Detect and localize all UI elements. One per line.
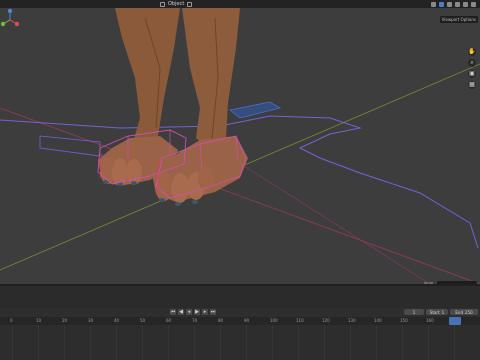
3d-viewport[interactable]: Viewport Options ✋ ⌕ ▣ ▦ [0, 8, 480, 284]
grid-icon[interactable]: ▦ [468, 81, 476, 89]
ruler-tick-label: 120 [322, 318, 330, 323]
chevron-down-icon [187, 1, 193, 7]
header-shading-controls [431, 0, 476, 8]
z-axis-handle [7, 8, 13, 14]
mode-selector[interactable]: Object [160, 0, 193, 8]
ruler-tick-label: 140 [374, 318, 382, 323]
xray-toggle[interactable] [439, 1, 444, 7]
frame-gridline [142, 325, 143, 360]
frame-gridline [90, 325, 91, 360]
frame-gridline [324, 325, 325, 360]
frame-gridline [38, 325, 39, 360]
frame-gridline [272, 325, 273, 360]
frame-gridline [350, 325, 351, 360]
jump-end-icon[interactable]: ⏭ [210, 309, 216, 315]
ruler-tick-label: 90 [244, 318, 250, 323]
frame-gridline [12, 325, 13, 360]
camera-icon[interactable]: ▣ [468, 70, 476, 78]
ruler-tick-label: 0 [10, 318, 13, 323]
ruler-tick-label: 70 [192, 318, 198, 323]
start-frame-field[interactable]: Start 1 [426, 309, 448, 315]
ruler-tick-label: 30 [88, 318, 94, 323]
wireframe-shading-button[interactable] [447, 1, 452, 7]
x-axis-handle [14, 21, 20, 27]
ruler-tick-label: 110 [296, 318, 304, 323]
mode-label: Object [168, 1, 185, 7]
top-header: Object [0, 0, 480, 8]
zoom-icon[interactable]: ⌕ [468, 59, 476, 67]
ruler-tick-label: 130 [348, 318, 356, 323]
play-reverse-icon[interactable]: ◂ [186, 309, 192, 315]
solid-shading-button[interactable] [455, 1, 460, 7]
frame-gridline [376, 325, 377, 360]
ruler-tick-label: 100 [270, 318, 278, 323]
next-keyframe-icon[interactable]: ▸ [202, 309, 208, 315]
material-shading-button[interactable] [463, 1, 468, 7]
rendered-shading-button[interactable] [471, 1, 476, 7]
end-frame-value: 250 [464, 309, 473, 315]
ruler-tick-label: 80 [218, 318, 224, 323]
right-claw-2 [175, 202, 181, 206]
frame-gridline [428, 325, 429, 360]
frame-ruler[interactable]: 0 10 20 30 40 50 60 70 80 90 100 110 120 130 140 150 160… [0, 317, 480, 325]
right-claw-3 [192, 200, 198, 204]
frame-gridline [64, 325, 65, 360]
overlay-toggle[interactable] [431, 1, 436, 7]
left-claw-3 [131, 181, 137, 185]
jump-start-icon[interactable]: ⏮ [170, 309, 176, 315]
right-leg [182, 8, 240, 150]
ruler-tick-label: 20 [62, 318, 68, 323]
playback-bar: ⏮ ◀ ◂ ▶ ▸ ⏭ 1 Start 1 End 250 [0, 308, 480, 317]
y-axis-handle [0, 21, 6, 27]
object-mode-icon [160, 1, 165, 7]
frame-gridline [298, 325, 299, 360]
viewport-tools: ✋ ⌕ ▣ ▦ [468, 48, 476, 89]
ruler-tick-label: 10 [36, 318, 42, 323]
prev-keyframe-icon[interactable]: ◀ [178, 309, 184, 315]
right-toe-2 [171, 173, 189, 203]
current-frame-field[interactable]: 1 [404, 309, 424, 315]
frame-gridline [402, 325, 403, 360]
ruler-tick-label: 60 [166, 318, 172, 323]
right-claw-1 [159, 198, 165, 202]
ruler-tick-label: 160 [426, 318, 434, 323]
transport-controls: ⏮ ◀ ◂ ▶ ▸ ⏭ [170, 309, 216, 315]
frame-gridline [220, 325, 221, 360]
frame-gridline [246, 325, 247, 360]
armature-bone-outline [469, 222, 479, 249]
ruler-tick-label: 50 [140, 318, 146, 323]
frame-gridline [116, 325, 117, 360]
hand-icon[interactable]: ✋ [468, 48, 476, 56]
start-frame-label: Start [429, 309, 440, 315]
end-frame-field[interactable]: End 250 [450, 309, 478, 315]
ruler-tick-label: 150 [400, 318, 408, 323]
frame-gridline [194, 325, 195, 360]
frame-gridline [168, 325, 169, 360]
x-axis-line [0, 107, 480, 284]
timeline-header-area [0, 286, 480, 308]
play-icon[interactable]: ▶ [194, 309, 200, 315]
end-frame-label: End [455, 309, 463, 315]
left-toe-2 [112, 158, 128, 186]
start-frame-value: 1 [441, 309, 445, 315]
armature-bone-outline [39, 135, 101, 157]
dopesheet-area[interactable] [0, 325, 480, 360]
playhead[interactable] [449, 317, 461, 325]
viewport-options-label[interactable]: Viewport Options [439, 16, 478, 23]
viewport-canvas [0, 8, 480, 284]
ruler-tick-label: 40 [114, 318, 120, 323]
frame-gridline [454, 325, 455, 360]
navigation-gizmo[interactable] [0, 8, 20, 30]
current-frame-value: 1 [412, 309, 416, 315]
